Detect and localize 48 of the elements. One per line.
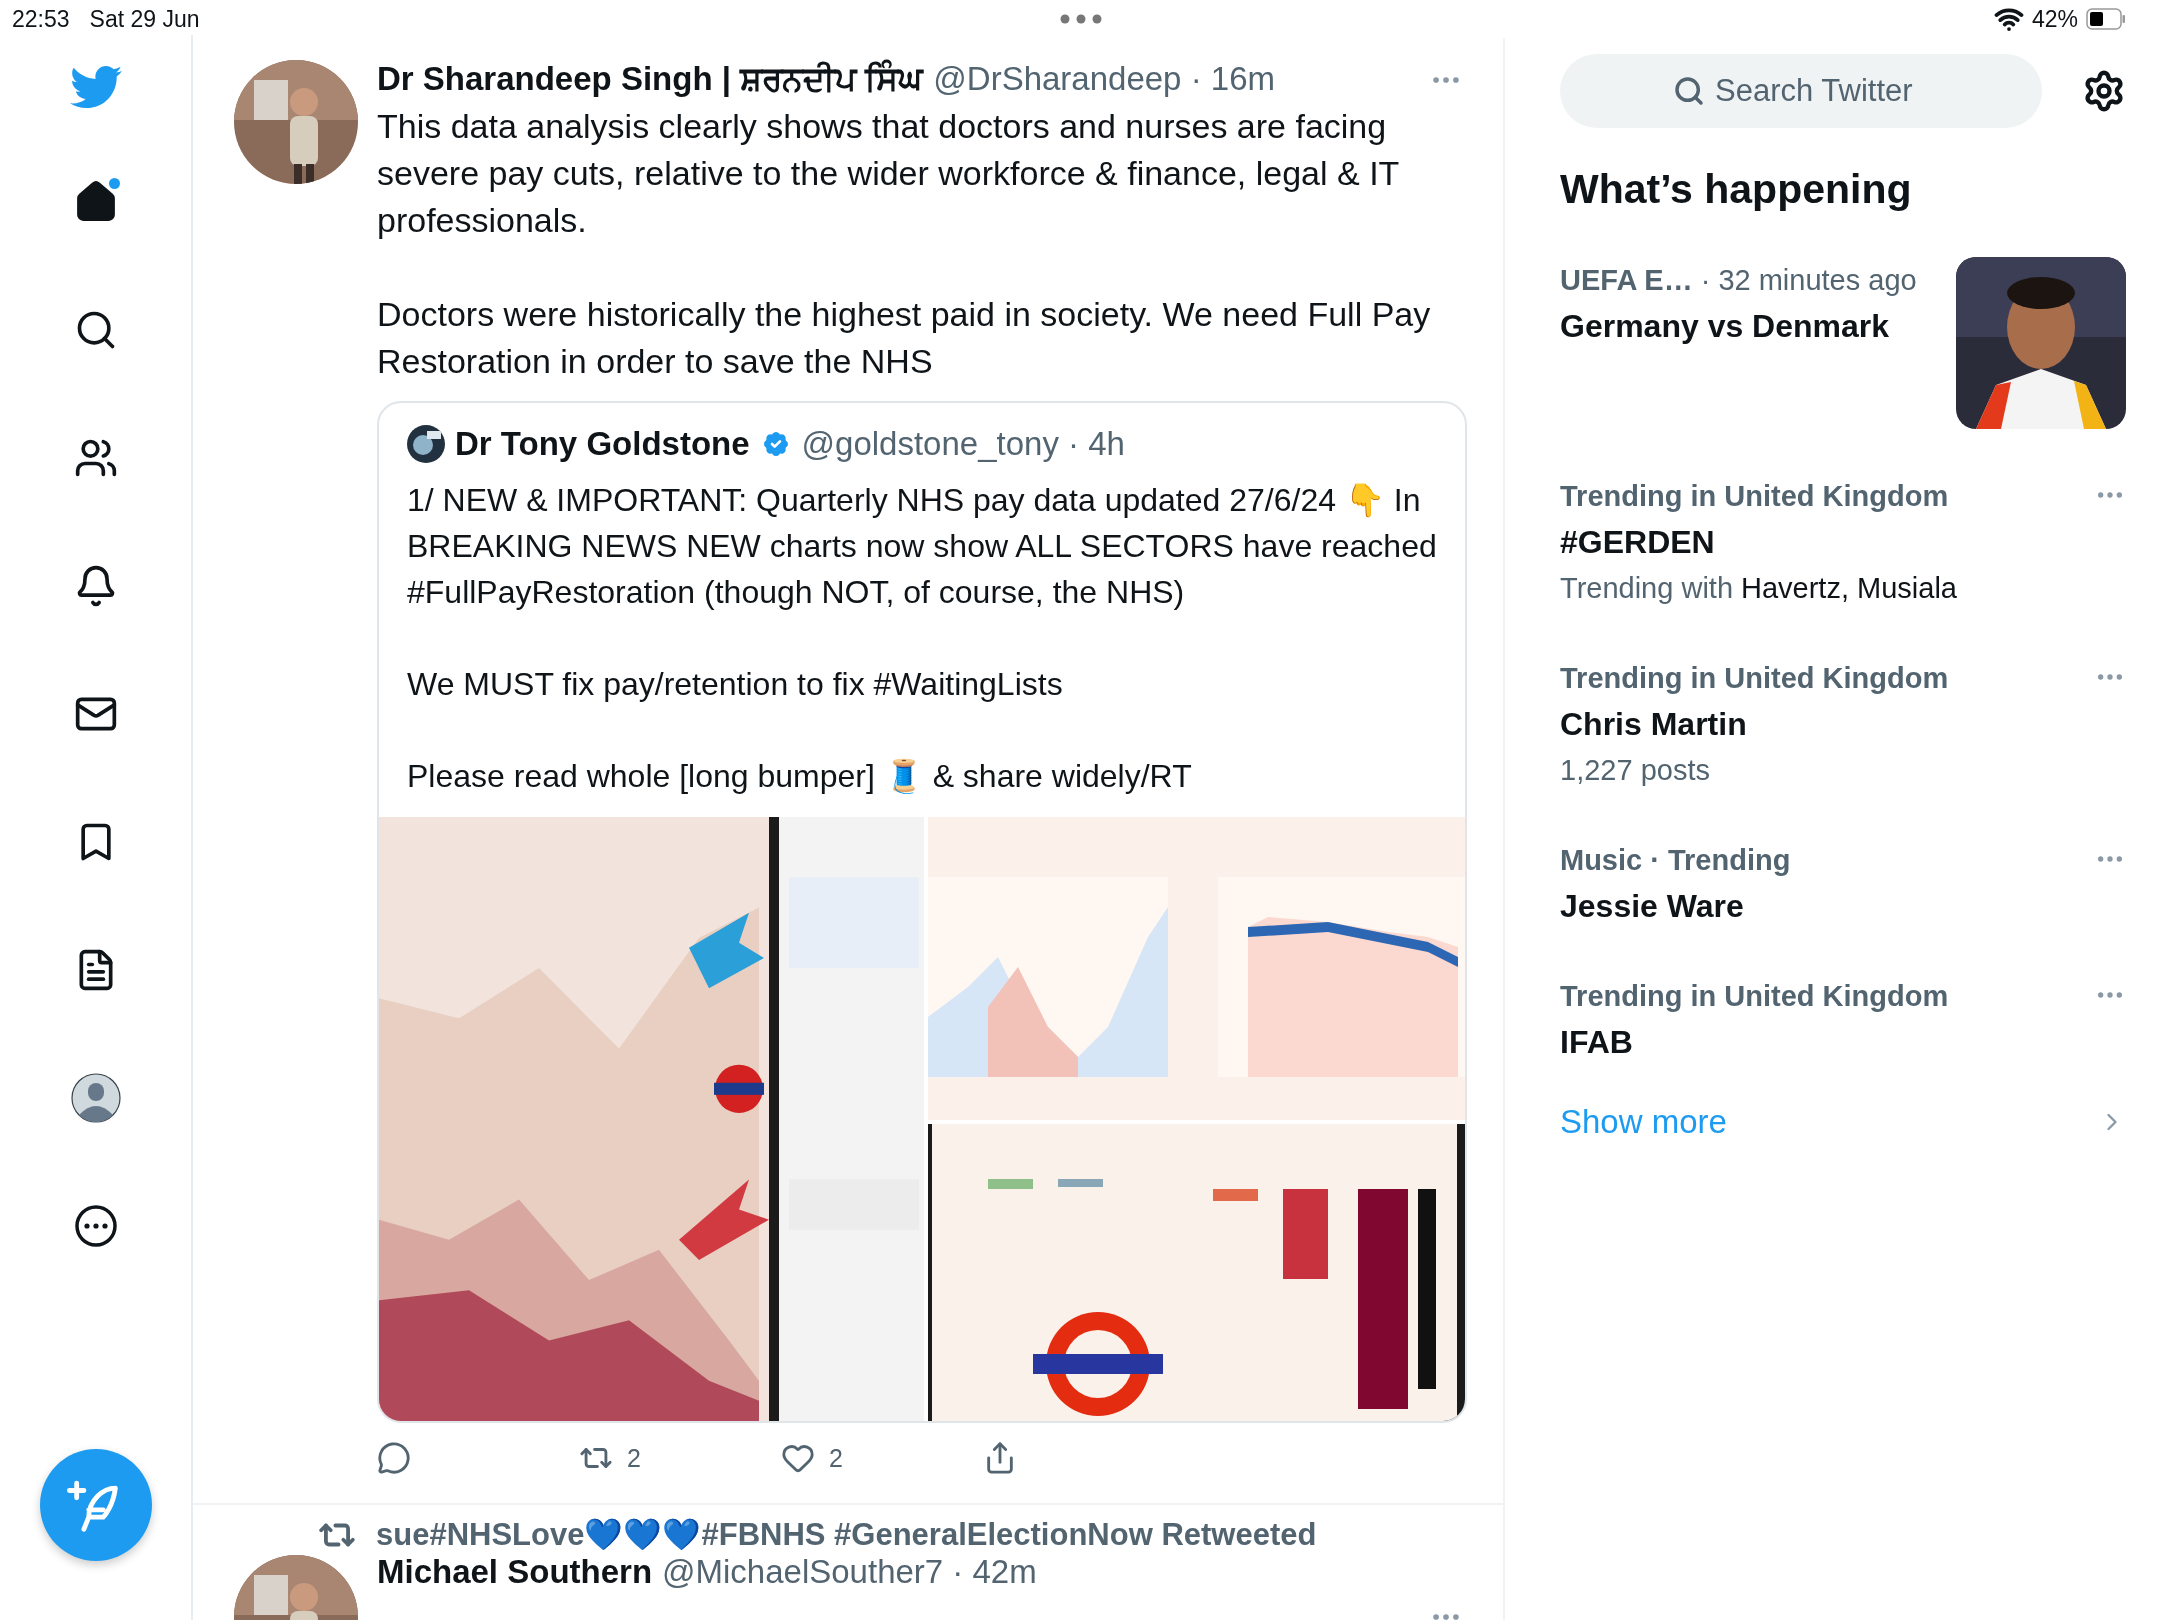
author-name[interactable]: Dr Tony Goldstone bbox=[455, 425, 750, 463]
status-date: Sat 29 Jun bbox=[89, 5, 200, 33]
tweet-text: Doctors were historically the highest paid in society. We need Full Pay Restoration in order to save the NHS bbox=[377, 294, 1432, 382]
reply-icon bbox=[377, 1441, 411, 1475]
like-button[interactable]: 2 bbox=[781, 1441, 983, 1475]
notification-dot bbox=[108, 178, 120, 189]
trend-title: IFAB bbox=[1560, 1023, 1634, 1062]
section-heading: What’s happening bbox=[1560, 166, 1913, 213]
trend-item[interactable]: UEFA E… · 32 minutes ago Germany vs Denmark bbox=[1560, 257, 2126, 429]
trend-item[interactable]: Trending in United Kingdom #GERDEN Trending with Havertz, Musiala bbox=[1560, 473, 2126, 611]
quoted-tweet-text: Please read whole [long bumper] 🧵 & share widely/RT bbox=[407, 757, 1193, 796]
trend-context: Trending in United Kingdom bbox=[1560, 979, 1949, 1014]
more-icon bbox=[73, 1204, 118, 1248]
trend-related-names: Havertz, Musiala bbox=[1741, 571, 1957, 606]
search-icon bbox=[1673, 75, 1705, 107]
trend-title: Germany vs Denmark bbox=[1560, 307, 1891, 346]
quoted-tweet-text: 1/ NEW & IMPORTANT: Quarterly NHS pay data updated 27/6/24 👇 In BREAKING NEWS NEW charts now show ALL SECTORS have reached #FullPayRestoration (though NOT, of course, the NHS) bbox=[407, 481, 1438, 612]
author-handle-time: @MichaelSouther7 · 42m bbox=[662, 1555, 1037, 1589]
tweet-text: This data analysis clearly shows that doctors and nurses are facing severe pay cuts, relative to the wider workforce & finance, legal & IT professionals. bbox=[377, 106, 1400, 241]
trend-title: Chris Martin bbox=[1560, 705, 1748, 744]
trend-context: UEFA E… bbox=[1560, 263, 1693, 298]
trend-item[interactable]: Trending in United Kingdom Chris Martin 1,227 posts bbox=[1560, 655, 2126, 793]
battery-icon bbox=[2086, 8, 2126, 30]
trend-subtitle: 1,227 posts bbox=[1560, 753, 1710, 788]
trend-context: Trending in United Kingdom bbox=[1560, 661, 1949, 696]
status-time: 22:53 bbox=[12, 5, 70, 33]
compose-tweet-button[interactable] bbox=[39, 1449, 152, 1561]
multitask-dots-icon[interactable] bbox=[1059, 14, 1103, 24]
trend-time: · 32 minutes ago bbox=[1700, 263, 1917, 298]
retweet-button[interactable]: 2 bbox=[579, 1441, 781, 1475]
quoted-tweet-text: We MUST fix pay/retention to fix #WaitingLists bbox=[407, 665, 1064, 704]
search-field[interactable]: Search Twitter bbox=[1560, 54, 2042, 128]
trend-title: Jessie Ware bbox=[1560, 887, 1745, 926]
author-handle-time: @DrSharandeep · 16m bbox=[933, 60, 1275, 98]
trend-item[interactable]: Music · Trending Jessie Ware bbox=[1560, 837, 2126, 929]
settings-button[interactable] bbox=[2082, 69, 2126, 113]
battery-percent: 42% bbox=[2031, 5, 2078, 33]
author-handle-time: @goldstone_tony · 4h bbox=[801, 425, 1125, 463]
trend-context: Trending in United Kingdom bbox=[1560, 479, 1949, 514]
quoted-tweet-card[interactable] bbox=[377, 401, 1467, 1423]
author-name[interactable]: Michael Southern bbox=[377, 1555, 653, 1589]
trend-item[interactable]: Trending in United Kingdom IFAB bbox=[1560, 973, 2126, 1065]
profile-avatar-icon bbox=[70, 1073, 121, 1123]
trend-context: Music · Trending bbox=[1560, 843, 1791, 878]
retweeted-by-text[interactable]: sue#NHSLove💙💙💙#FBNHS #GeneralElectionNow Retweeted bbox=[376, 1515, 1317, 1555]
author-name[interactable]: Dr Sharandeep Singh | ਸ਼ਰਨਦੀਪ ਸਿੰਘ bbox=[377, 60, 924, 99]
trend-subtitle: Trending with bbox=[1560, 571, 1733, 606]
trend-title: #GERDEN bbox=[1560, 523, 1716, 562]
